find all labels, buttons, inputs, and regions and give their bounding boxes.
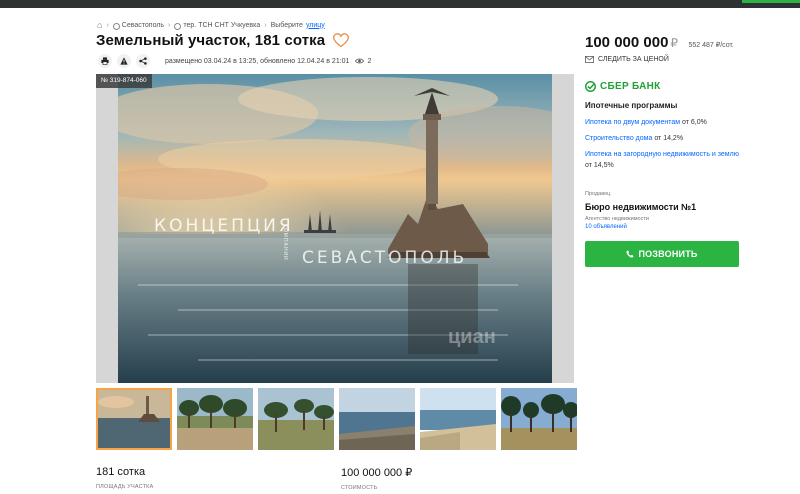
mortgage-program[interactable]: Ипотека по двум документам от 6,0% xyxy=(585,117,745,128)
price-amount: 100 000 000 xyxy=(585,34,669,51)
mortgage-program-rate: от 6,0% xyxy=(682,119,707,126)
fact-price-label: СТОИМОСТЬ xyxy=(341,485,378,491)
photo-watermark: КОНЦЕПЦИЯ xyxy=(154,216,294,236)
fact-price-value: 100 000 000 ₽ xyxy=(341,467,413,479)
fact-price: 100 000 000 ₽ СТОИМОСТЬ xyxy=(341,466,586,491)
title-row: Земельный участок, 181 сотка xyxy=(96,32,350,49)
thumbnail-1[interactable] xyxy=(96,388,172,450)
thumbnail-strip xyxy=(96,388,577,450)
top-bar xyxy=(0,0,800,8)
favorite-heart-icon[interactable] xyxy=(333,33,350,48)
seller-name[interactable]: Бюро недвижимости №1 xyxy=(585,202,696,212)
mortgage-program[interactable]: Ипотека на загородную недвижимость и зем… xyxy=(585,149,745,171)
fact-area-value: 181 сотка xyxy=(96,466,146,478)
mortgage-program[interactable]: Строительство дома от 14,2% xyxy=(585,133,745,144)
breadcrumb-city[interactable]: Севастополь xyxy=(122,22,164,29)
photo-watermark-small: КОМПАНИИ xyxy=(282,224,288,261)
page-title: Земельный участок, 181 сотка xyxy=(96,32,326,49)
views-counter: 2 xyxy=(355,58,371,65)
breadcrumb-street-prefix: Выберите xyxy=(270,21,303,29)
home-icon[interactable]: ⌂ xyxy=(97,20,102,30)
bank-name: СБЕР БАНК xyxy=(600,81,661,92)
thumbnail-2[interactable] xyxy=(177,388,253,450)
posted-date-text: размещено 03.04.24 в 13:25, обновлено 12… xyxy=(165,57,350,65)
cian-watermark: циан xyxy=(448,326,496,348)
thumbnail-5[interactable] xyxy=(420,388,496,450)
fact-area-label: ПЛОЩАДЬ УЧАСТКА xyxy=(96,484,154,490)
seller-label: Продавец xyxy=(585,191,611,197)
seller-ads-link[interactable]: 10 объявлений xyxy=(585,224,627,230)
warning-icon[interactable] xyxy=(117,54,131,68)
breadcrumb-street-link[interactable]: улицу xyxy=(306,22,325,29)
mortgage-program-link[interactable]: Строительство дома xyxy=(585,135,652,142)
location-pin-icon xyxy=(174,22,182,30)
bank-logo: СБЕР БАНК xyxy=(585,81,661,92)
phone-icon xyxy=(626,250,635,258)
call-button-label: ПОЗВОНИТЬ xyxy=(638,249,698,259)
breadcrumb: ⌂ › Севастополь › тер. ТСН СНТ Учкуевка … xyxy=(97,20,325,30)
listing-id-badge: № 319-874-060 xyxy=(96,74,152,88)
print-icon[interactable] xyxy=(98,54,112,68)
call-button[interactable]: ПОЗВОНИТЬ xyxy=(585,241,739,267)
mortgage-program-link[interactable]: Ипотека по двум документам xyxy=(585,119,680,126)
main-photo-gallery[interactable]: КОНЦЕПЦИЯ КОМПАНИИ СЕВАСТОПОЛЬ циан № 31… xyxy=(96,74,574,383)
meta-row: размещено 03.04.24 в 13:25, обновлено 12… xyxy=(98,54,371,68)
mortgage-program-rate: от 14,2% xyxy=(654,135,684,142)
envelope-icon xyxy=(585,56,594,63)
thumbnail-3[interactable] xyxy=(258,388,334,450)
eye-icon xyxy=(355,58,365,64)
follow-price-label: СЛЕДИТЬ ЗА ЦЕНОЙ xyxy=(598,56,669,63)
listing-facts: 181 сотка ПЛОЩАДЬ УЧАСТКА 100 000 000 ₽ … xyxy=(96,466,586,491)
sber-logo-icon xyxy=(585,81,596,92)
mortgage-program-link[interactable]: Ипотека на загородную недвижимость и зем… xyxy=(585,151,739,158)
views-count: 2 xyxy=(367,57,372,65)
seller-type: Агентство недвижимости xyxy=(585,216,649,222)
top-bar-accent xyxy=(742,0,800,3)
price-block: 100 000 000 ₽ 552 487 ₽/сот. xyxy=(585,34,734,52)
mortgage-program-rate: от 14,5% xyxy=(585,162,614,169)
follow-price-link[interactable]: СЛЕДИТЬ ЗА ЦЕНОЙ xyxy=(585,56,669,63)
location-pin-icon xyxy=(112,22,120,30)
fact-area: 181 сотка ПЛОЩАДЬ УЧАСТКА xyxy=(96,466,341,491)
thumbnail-4[interactable] xyxy=(339,388,415,450)
breadcrumb-area[interactable]: тер. ТСН СНТ Учкуевка xyxy=(183,22,260,29)
photo-watermark-city: СЕВАСТОПОЛЬ xyxy=(302,248,468,268)
thumbnail-6[interactable] xyxy=(501,388,577,450)
ruble-symbol: ₽ xyxy=(670,36,679,50)
share-icon[interactable] xyxy=(136,54,150,68)
mortgage-programs-title: Ипотечные программы xyxy=(585,101,678,110)
price-per-unit: 552 487 ₽/сот. xyxy=(688,42,734,49)
main-photo[interactable]: КОНЦЕПЦИЯ КОМПАНИИ СЕВАСТОПОЛЬ циан xyxy=(118,74,552,383)
